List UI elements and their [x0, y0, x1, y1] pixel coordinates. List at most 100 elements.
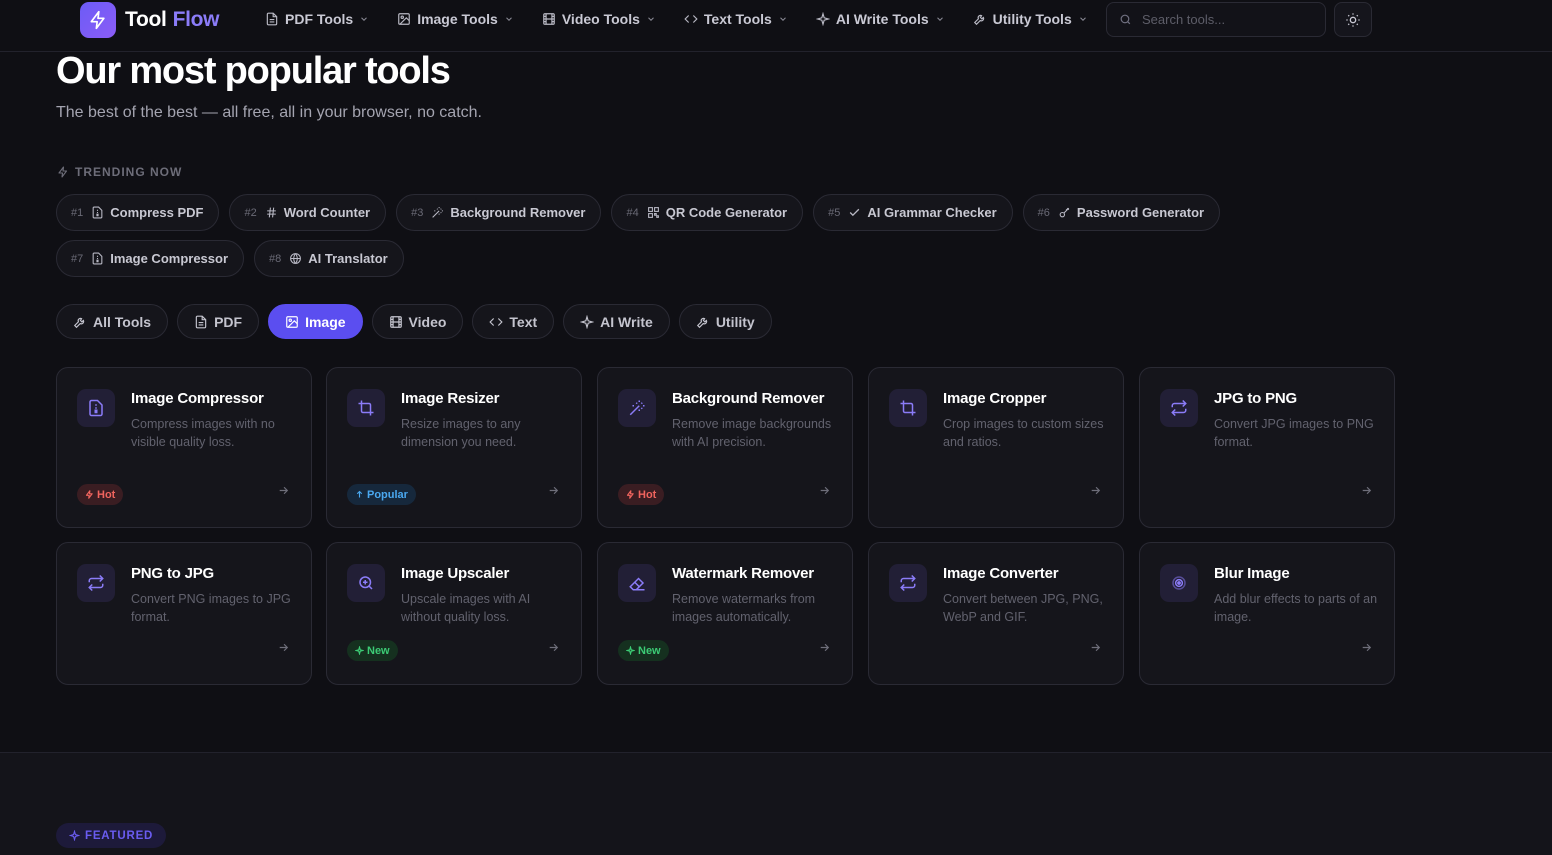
tab-image[interactable]: Image [268, 304, 363, 339]
page-subtitle: The best of the best — all free, all in … [56, 104, 482, 121]
arrow-right-icon [547, 484, 560, 497]
trending-label: TRENDING NOW [57, 165, 182, 179]
trending-chip-image-compressor[interactable]: #7 Image Compressor [56, 240, 245, 277]
search-icon [1119, 13, 1132, 26]
card-description: Convert PNG images to JPG format. [131, 592, 291, 624]
arrow-right-icon [1360, 641, 1373, 654]
card-description: Convert between JPG, PNG, WebP and GIF. [943, 592, 1103, 624]
wrench-icon [973, 12, 987, 26]
chevron-down-icon [359, 14, 369, 24]
tab-text[interactable]: Text [472, 304, 555, 339]
code-icon [684, 12, 698, 26]
trending-chip-ai-grammar-checker[interactable]: #5 AI Grammar Checker [813, 194, 1013, 231]
featured-label: FEATURED [85, 829, 154, 842]
bolt-icon [80, 2, 116, 38]
chip-rank: #7 [71, 252, 84, 265]
trending-chip-password-generator[interactable]: #6 Password Generator [1022, 194, 1221, 231]
trending-chip-compress-pdf[interactable]: #1 Compress PDF [56, 194, 220, 231]
qr-icon [647, 206, 660, 219]
card-title: Image Cropper [943, 390, 1047, 407]
tool-card-watermark-remover[interactable]: Watermark Remover Remove watermarks from… [597, 542, 853, 685]
nav-label: Video Tools [561, 11, 640, 27]
tab-pdf[interactable]: PDF [177, 304, 260, 339]
card-title: Background Remover [672, 390, 825, 407]
new-badge: New [618, 640, 669, 661]
nav-ai-write-tools[interactable]: AI Write Tools [815, 11, 945, 27]
brand-logo[interactable]: Tool Flow [80, 2, 219, 38]
brand-name-part-1: Tool [125, 8, 167, 31]
arrow-up-icon [355, 490, 364, 499]
tool-card-image-resizer[interactable]: Image Resizer Resize images to any dimen… [326, 367, 582, 528]
card-title: PNG to JPG [131, 565, 215, 582]
trending-chip-qr-code-generator[interactable]: #4 QR Code Generator [611, 194, 804, 231]
trending-row: #7 Image Compressor #8 AI Translator [56, 240, 404, 277]
sparkle-icon [815, 12, 830, 26]
arrow-right-icon [1089, 484, 1102, 497]
card-description: Resize images to any dimension you need. [401, 417, 521, 449]
sparkle-icon [69, 830, 80, 841]
card-title: Image Resizer [401, 390, 500, 407]
chevron-down-icon [1078, 14, 1088, 24]
tool-card-image-upscaler[interactable]: Image Upscaler Upscale images with AI wi… [326, 542, 582, 685]
chip-rank: #3 [411, 206, 424, 219]
card-title: Blur Image [1214, 565, 1290, 582]
chevron-down-icon [646, 14, 656, 24]
card-description: Compress images with no visible quality … [131, 417, 275, 449]
card-title: JPG to PNG [1214, 390, 1298, 407]
file-icon [265, 12, 279, 26]
trending-chip-ai-translator[interactable]: #8 AI Translator [254, 240, 404, 277]
tab-utility[interactable]: Utility [678, 304, 772, 339]
tool-card-blur-image[interactable]: Blur Image Add blur effects to parts of … [1139, 542, 1395, 685]
nav-pdf-tools[interactable]: PDF Tools [265, 11, 369, 27]
bolt-icon [626, 490, 635, 499]
sparkle-icon [626, 646, 635, 655]
card-title: Image Upscaler [401, 565, 510, 582]
tab-label: Text [509, 313, 538, 330]
featured-badge: FEATURED [56, 823, 167, 848]
nav-utility-tools[interactable]: Utility Tools [973, 11, 1088, 27]
card-description: Crop images to custom sizes and ratios. [943, 417, 1104, 449]
theme-toggle-button[interactable] [1334, 2, 1372, 37]
badge-label: Hot [638, 488, 657, 501]
wand-icon [618, 389, 656, 427]
file-zip-icon [77, 389, 115, 427]
tool-card-image-cropper[interactable]: Image Cropper Crop images to custom size… [868, 367, 1124, 528]
tab-ai-write[interactable]: AI Write [563, 304, 670, 339]
top-header: Tool Flow PDF Tools Image Tools Video Too… [0, 0, 1552, 52]
code-icon [489, 315, 504, 329]
tab-label: Utility [715, 313, 755, 330]
nav-image-tools[interactable]: Image Tools [397, 11, 514, 27]
trending-chip-background-remover[interactable]: #3 Background Remover [396, 194, 602, 231]
badge-label: Hot [97, 488, 116, 501]
nav-label: Image Tools [417, 11, 498, 27]
wrench-icon [73, 315, 87, 329]
bolt-icon [57, 166, 69, 178]
arrow-right-icon [1089, 641, 1102, 654]
tool-card-image-converter[interactable]: Image Converter Convert between JPG, PNG… [868, 542, 1124, 685]
tab-video[interactable]: Video [371, 304, 464, 339]
tool-card-png-to-jpg[interactable]: PNG to JPG Convert PNG images to JPG for… [56, 542, 312, 685]
chip-rank: #6 [1037, 206, 1050, 219]
file-zip-icon [91, 252, 104, 265]
trending-chip-word-counter[interactable]: #2 Word Counter [229, 194, 387, 231]
tool-card-image-compressor[interactable]: Image Compressor Compress images with no… [56, 367, 312, 528]
chevron-down-icon [935, 14, 945, 24]
tool-card-background-remover[interactable]: Background Remover Remove image backgrou… [597, 367, 853, 528]
nav-label: Text Tools [703, 11, 772, 27]
badge-label: New [638, 644, 661, 657]
tab-label: Image [305, 313, 346, 330]
nav-text-tools[interactable]: Text Tools [684, 11, 788, 27]
globe-icon [289, 252, 302, 265]
image-icon [285, 315, 299, 329]
search-box[interactable] [1106, 2, 1326, 37]
nav-video-tools[interactable]: Video Tools [542, 11, 656, 27]
tab-all-tools[interactable]: All Tools [56, 304, 169, 339]
chip-label: AI Translator [308, 251, 388, 266]
chip-label: Background Remover [450, 205, 586, 220]
chip-label: Image Compressor [110, 251, 229, 266]
search-input[interactable] [1142, 12, 1302, 27]
file-zip-icon [91, 206, 104, 219]
tool-card-jpg-to-png[interactable]: JPG to PNG Convert JPG images to PNG for… [1139, 367, 1395, 528]
convert-icon [77, 564, 115, 602]
chip-label: Word Counter [283, 205, 371, 220]
